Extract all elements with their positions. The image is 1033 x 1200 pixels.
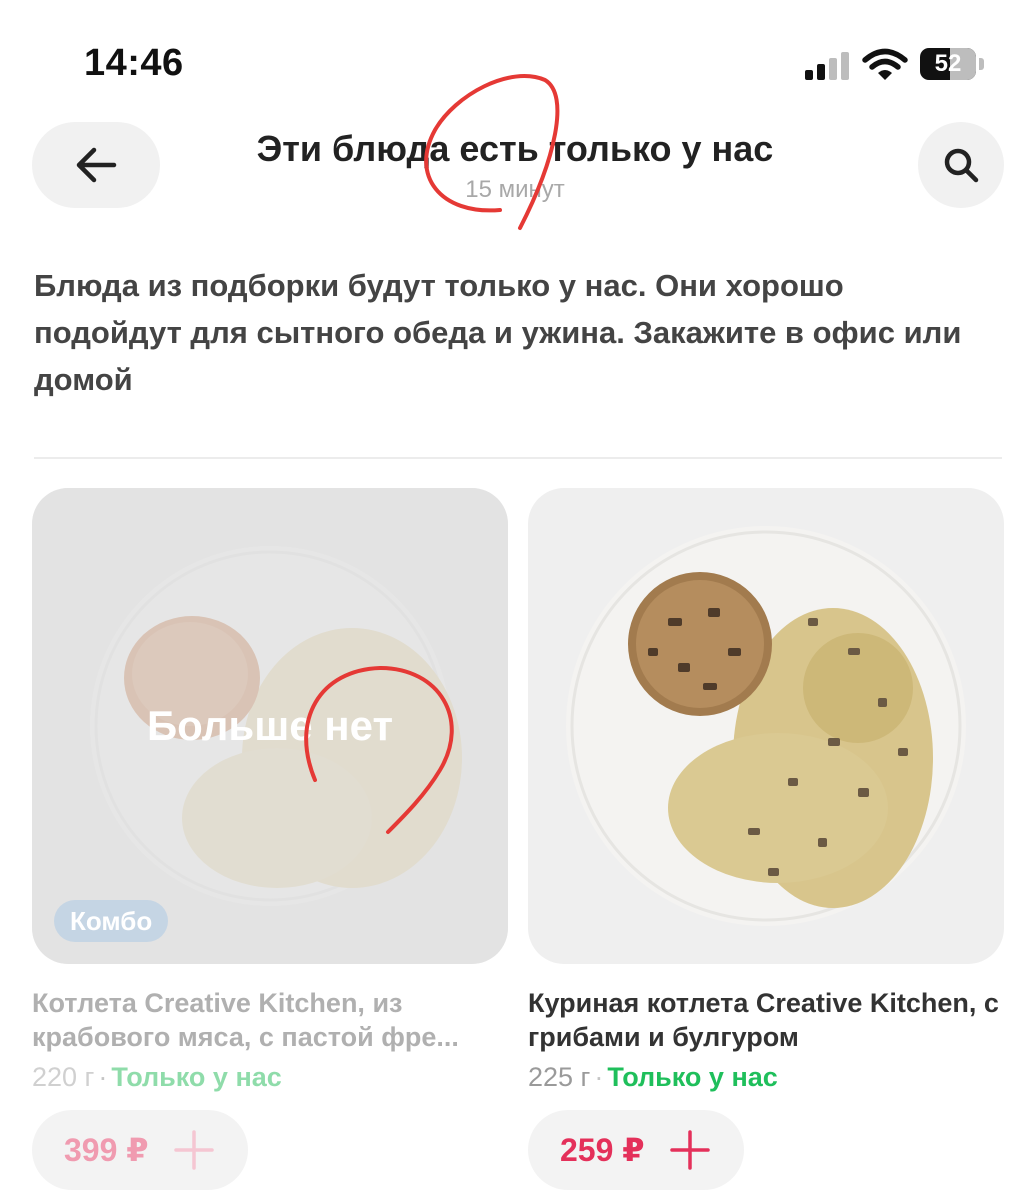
product-meta: 220 г · Только у нас <box>32 1062 282 1092</box>
plus-icon <box>669 1130 710 1170</box>
combo-badge: Комбо <box>54 900 169 942</box>
product-image-1[interactable]: Больше нет Комбо <box>32 488 508 964</box>
battery-icon: 52 <box>920 48 986 80</box>
status-bar: 14:46 52 <box>0 0 1033 110</box>
product-price: 259 ₽ <box>560 1132 645 1168</box>
add-to-cart-button[interactable]: 259 ₽ <box>528 1110 744 1190</box>
product-weight: 225 г <box>528 1062 591 1092</box>
battery-level: 52 <box>934 50 962 77</box>
product-meta: 225 г · Только у нас <box>528 1062 778 1092</box>
dish-image-chicken-cutlet <box>566 526 966 926</box>
page-subtitle: 15 минут <box>465 176 565 203</box>
product-card-2[interactable]: Куриная котлета Creative Kitchen, с гриб… <box>528 488 1004 1190</box>
status-time: 14:46 <box>84 42 184 84</box>
product-image-2[interactable] <box>528 488 1004 964</box>
search-icon <box>944 148 979 183</box>
sold-out-label: Больше нет <box>146 702 394 749</box>
search-button[interactable] <box>918 122 1004 208</box>
header: Эти блюда есть только у нас 15 минут <box>0 110 1033 220</box>
exclusive-label: Только у нас <box>607 1062 778 1092</box>
exclusive-label: Только у нас <box>111 1062 282 1092</box>
add-to-cart-button[interactable]: 399 ₽ <box>32 1110 248 1190</box>
back-button[interactable] <box>32 122 160 208</box>
product-card-1[interactable]: Больше нет Комбо Котлета Creative Kitche… <box>32 488 508 1190</box>
page-title: Эти блюда есть только у нас <box>256 128 774 169</box>
product-price: 399 ₽ <box>64 1132 149 1168</box>
collection-description: Блюда из подборки будут только у нас. Он… <box>34 268 962 397</box>
plus-icon <box>173 1130 214 1170</box>
divider <box>34 457 1002 459</box>
product-weight: 220 г <box>32 1062 95 1092</box>
product-name[interactable]: Котлета Creative Kitchen, из крабового м… <box>32 986 508 1054</box>
wifi-icon <box>862 48 908 80</box>
signal-icon <box>805 52 849 80</box>
back-arrow-icon <box>76 147 117 183</box>
product-name[interactable]: Куриная котлета Creative Kitchen, с гриб… <box>528 986 1004 1054</box>
